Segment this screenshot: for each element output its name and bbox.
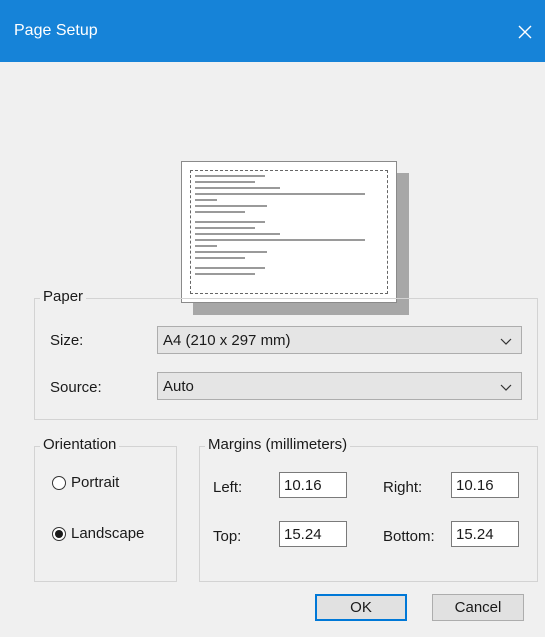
dialog-body: Paper Size: A4 (210 x 297 mm) Source: Au… xyxy=(0,62,545,637)
chevron-down-icon xyxy=(500,338,512,345)
preview-text-line xyxy=(195,211,245,213)
paper-source-dropdown[interactable]: Auto xyxy=(157,372,522,400)
preview-text-line xyxy=(195,193,365,195)
paper-size-value: A4 (210 x 297 mm) xyxy=(163,332,291,349)
cancel-button[interactable]: Cancel xyxy=(432,594,524,621)
preview-text-line xyxy=(195,187,280,189)
preview-margin-box xyxy=(190,170,388,294)
paper-group xyxy=(34,298,538,420)
preview-text-line xyxy=(195,221,265,223)
landscape-label: Landscape xyxy=(71,525,145,542)
bottom-margin-input[interactable] xyxy=(451,521,519,547)
margins-group-title: Margins (millimeters) xyxy=(205,436,351,453)
right-margin-input[interactable] xyxy=(451,472,519,498)
preview-text-line xyxy=(195,257,245,259)
landscape-radio[interactable]: Landscape xyxy=(52,525,144,542)
title-bar: Page Setup xyxy=(0,0,545,62)
landscape-radio-circle[interactable] xyxy=(52,526,66,541)
close-button[interactable] xyxy=(505,12,545,52)
ok-button[interactable]: OK xyxy=(315,594,407,621)
portrait-radio-circle[interactable] xyxy=(52,475,66,490)
paper-group-title: Paper xyxy=(40,288,87,305)
top-margin-input[interactable] xyxy=(279,521,347,547)
top-margin-label: Top: xyxy=(213,528,242,545)
preview-text-line xyxy=(195,245,217,247)
preview-text-line xyxy=(195,227,255,229)
source-label: Source: xyxy=(50,379,102,396)
preview-text-line xyxy=(195,251,267,253)
preview-text-line xyxy=(195,199,217,201)
left-margin-input[interactable] xyxy=(279,472,347,498)
preview-text-line xyxy=(195,233,280,235)
right-margin-label: Right: xyxy=(383,479,423,496)
close-icon xyxy=(518,25,532,39)
orientation-group-title: Orientation xyxy=(40,436,120,453)
paper-size-dropdown[interactable]: A4 (210 x 297 mm) xyxy=(157,326,522,354)
preview-text-line xyxy=(195,239,365,241)
size-label: Size: xyxy=(50,332,84,349)
portrait-label: Portrait xyxy=(71,474,120,491)
paper-source-value: Auto xyxy=(163,378,194,395)
preview-text-line xyxy=(195,175,265,177)
page-preview xyxy=(181,161,397,303)
preview-text-line xyxy=(195,205,267,207)
preview-text-line xyxy=(195,267,265,269)
portrait-radio[interactable]: Portrait xyxy=(52,474,119,491)
preview-text-line xyxy=(195,181,255,183)
preview-text-line xyxy=(195,273,255,275)
bottom-margin-label: Bottom: xyxy=(383,528,435,545)
chevron-down-icon xyxy=(500,384,512,391)
window-title: Page Setup xyxy=(14,22,98,39)
left-margin-label: Left: xyxy=(213,479,243,496)
margins-group xyxy=(199,446,538,582)
orientation-group xyxy=(34,446,177,582)
